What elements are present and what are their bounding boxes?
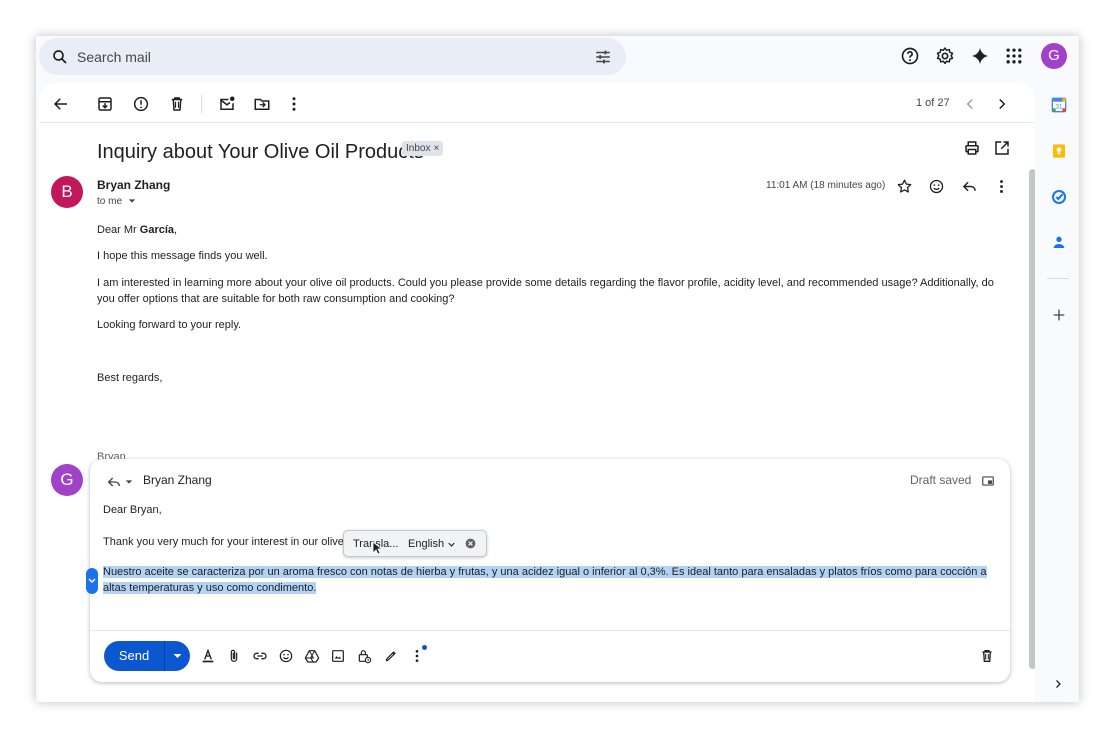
side-panel-divider <box>1047 278 1069 279</box>
calendar-icon[interactable]: 31 <box>1051 97 1067 113</box>
delete-icon[interactable] <box>168 95 186 113</box>
greeting-prefix: Dear Mr <box>97 224 140 236</box>
gemini-icon[interactable] <box>970 46 990 66</box>
insert-emoji-icon[interactable] <box>278 648 294 664</box>
show-side-panel-chevron-icon[interactable] <box>1052 678 1064 690</box>
search-input[interactable]: Search mail <box>77 49 151 65</box>
formatting-options-icon[interactable] <box>200 648 216 664</box>
recipient-details[interactable]: to me <box>97 196 136 207</box>
details-caret-icon[interactable] <box>128 197 136 205</box>
contacts-icon[interactable] <box>1051 234 1067 250</box>
message-panel: 1 of 27 Inquiry about Your Olive Oil Pro… <box>39 83 1035 702</box>
insert-link-icon[interactable] <box>252 648 268 664</box>
inbox-label-chip[interactable]: Inbox × <box>402 141 444 156</box>
move-to-icon[interactable] <box>253 95 271 113</box>
more-icon[interactable] <box>285 95 303 113</box>
email-greeting: Dear Mr García, <box>97 222 1012 238</box>
older-chevron-left-icon[interactable] <box>961 95 979 113</box>
selected-text[interactable]: Nuestro aceite se caracteriza por un aro… <box>103 564 993 596</box>
notification-dot <box>422 645 427 650</box>
greeting-suffix: , <box>174 224 178 236</box>
open-new-window-icon[interactable] <box>993 139 1011 157</box>
account-avatar[interactable]: G <box>1041 43 1067 69</box>
draft-status: Draft saved <box>910 473 972 487</box>
reply-compose: Bryan Zhang Draft saved Dear Bryan, Than… <box>90 459 1010 682</box>
email-subject: Inquiry about Your Olive Oil Products <box>97 141 424 163</box>
sender-name[interactable]: Bryan Zhang <box>97 178 170 192</box>
compose-divider <box>90 630 1010 631</box>
reply-greeting[interactable]: Dear Bryan, <box>103 504 162 516</box>
popout-reply-icon[interactable] <box>981 474 995 488</box>
scrollbar-thumb[interactable] <box>1029 169 1035 669</box>
back-icon[interactable] <box>52 95 70 113</box>
search-bar[interactable]: Search mail <box>39 38 626 75</box>
gmail-window: Search mail G 1 of 27 Inquiry about Your… <box>36 36 1079 702</box>
email-timestamp: 11:01 AM (18 minutes ago) <box>766 180 886 191</box>
google-drive-icon[interactable] <box>304 648 320 664</box>
email-closing: Best regards, <box>97 372 163 384</box>
greeting-name: García <box>139 224 175 236</box>
send-button[interactable]: Send <box>104 641 164 671</box>
email-paragraph-1: I hope this message finds you well. <box>97 250 268 262</box>
reply-type-icon[interactable] <box>106 474 122 490</box>
email-paragraph-2: I am interested in learning more about y… <box>97 277 994 305</box>
message-more-icon[interactable] <box>993 178 1010 195</box>
close-popup-icon[interactable] <box>464 537 477 550</box>
send-button-group[interactable]: Send <box>104 641 190 671</box>
search-icon[interactable] <box>51 48 69 66</box>
apps-icon[interactable] <box>1004 46 1024 66</box>
mark-unread-icon[interactable] <box>218 95 236 113</box>
reply-line-1[interactable]: Thank you very much for your interest in… <box>103 536 353 548</box>
newer-chevron-right-icon[interactable] <box>993 95 1011 113</box>
calendar-day-number: 31 <box>1056 104 1063 110</box>
tasks-icon[interactable] <box>1051 189 1067 205</box>
send-options-caret-icon[interactable] <box>165 641 190 671</box>
insert-photo-icon[interactable] <box>330 648 346 664</box>
print-icon[interactable] <box>963 139 981 157</box>
translate-popup[interactable]: Transla... English <box>343 530 487 557</box>
selection-handle[interactable] <box>86 568 98 594</box>
toolbar-divider <box>39 122 1035 123</box>
archive-icon[interactable] <box>96 95 114 113</box>
keep-icon[interactable] <box>1051 143 1067 159</box>
language-caret-icon[interactable] <box>448 541 455 548</box>
discard-draft-icon[interactable] <box>979 648 995 664</box>
pagination-count: 1 of 27 <box>916 97 950 109</box>
email-paragraph-3: Looking forward to your reply. <box>97 319 242 331</box>
target-language-select[interactable]: English <box>408 538 444 550</box>
help-icon[interactable] <box>900 46 920 66</box>
more-options-icon[interactable] <box>409 648 425 664</box>
toolbar-separator <box>201 95 202 113</box>
confidential-mode-icon[interactable] <box>356 648 372 664</box>
remove-label-icon[interactable]: × <box>433 143 439 154</box>
sender-avatar[interactable]: B <box>51 176 83 208</box>
reply-icon[interactable] <box>961 178 978 195</box>
mouse-cursor-icon <box>372 541 382 555</box>
search-options-icon[interactable] <box>594 48 612 66</box>
insert-signature-icon[interactable] <box>383 648 399 664</box>
reply-type-caret-icon[interactable] <box>125 478 133 486</box>
settings-icon[interactable] <box>935 46 955 66</box>
report-spam-icon[interactable] <box>132 95 150 113</box>
add-icon[interactable] <box>1051 307 1067 323</box>
reply-avatar: G <box>51 464 83 496</box>
inbox-label-text: Inbox <box>406 143 431 154</box>
recipient-text: to me <box>97 196 123 207</box>
star-icon[interactable] <box>896 178 913 195</box>
emoji-reaction-icon[interactable] <box>928 178 945 195</box>
reply-recipient[interactable]: Bryan Zhang <box>143 473 212 487</box>
attach-file-icon[interactable] <box>226 648 242 664</box>
selected-text-content[interactable]: Nuestro aceite se caracteriza por un aro… <box>103 566 987 594</box>
